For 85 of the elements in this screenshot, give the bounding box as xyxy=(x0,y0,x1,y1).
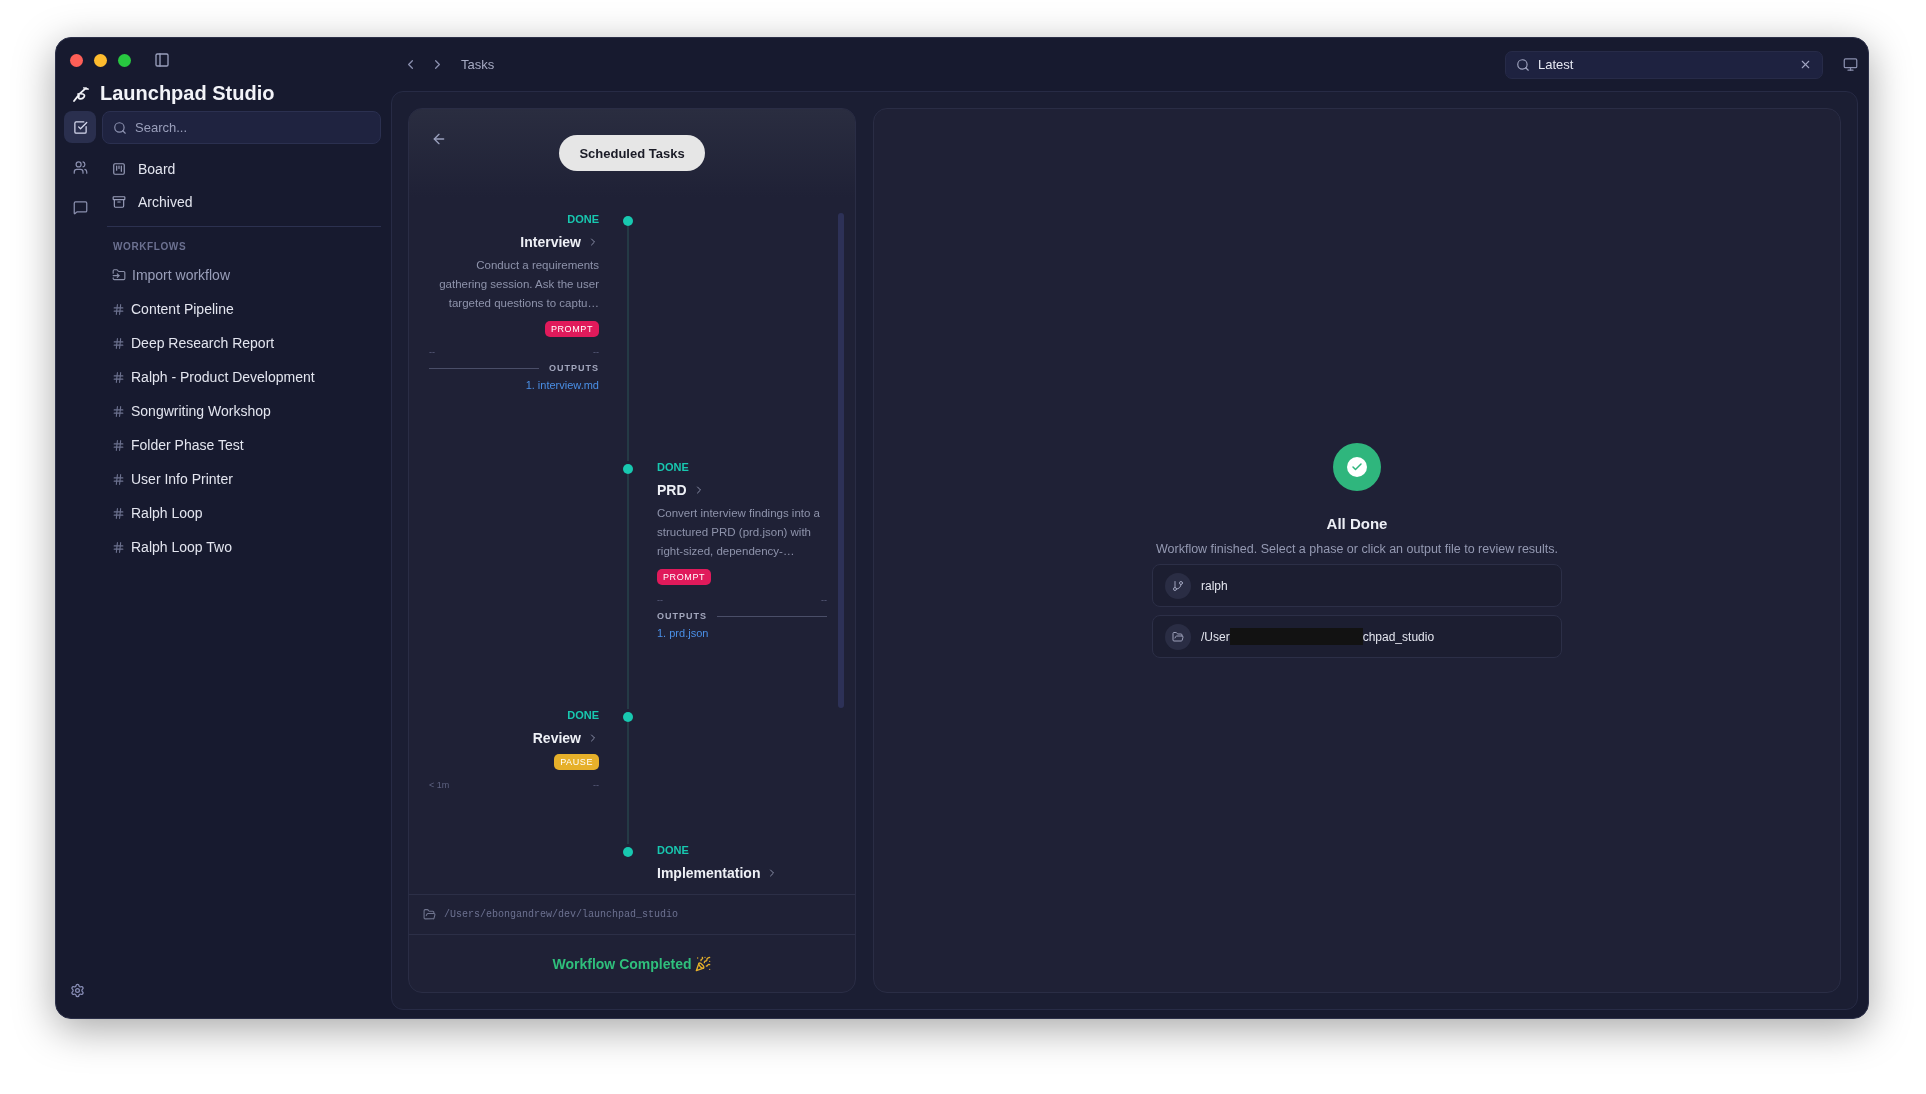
meta-text: -- xyxy=(821,595,827,605)
hash-icon xyxy=(112,336,125,350)
branch-icon xyxy=(1165,572,1191,599)
people-icon xyxy=(72,159,88,175)
app-title: Launchpad Studio xyxy=(100,82,275,105)
meta-text: -- xyxy=(593,347,599,357)
summary-message: Workflow finished. Select a phase or click an output file to review results. xyxy=(1155,542,1558,556)
search-input[interactable]: Latest xyxy=(1536,56,1793,73)
hash-icon xyxy=(112,404,125,418)
folder-import-icon xyxy=(112,268,126,282)
close-window-button[interactable] xyxy=(70,53,83,67)
duration-text: -- xyxy=(429,347,435,357)
workflow-item[interactable]: Ralph Loop Two xyxy=(102,530,381,564)
search-icon xyxy=(113,120,127,135)
import-workflow-link[interactable]: Import workflow xyxy=(102,258,381,292)
check-icon xyxy=(1351,461,1363,473)
zoom-window-button[interactable] xyxy=(118,53,131,67)
sidebar-toggle-icon[interactable] xyxy=(154,52,170,68)
phase-tag: PROMPT xyxy=(657,569,712,585)
output-file-link[interactable]: 1. interview.md xyxy=(525,379,599,391)
hash-icon xyxy=(112,506,125,520)
search-field[interactable]: Search... xyxy=(102,111,381,144)
phase-tag: PROMPT xyxy=(544,321,599,337)
search-icon xyxy=(1516,57,1530,72)
path-text: /Users/ebongandrew/dev/launchpad_studio xyxy=(444,909,679,920)
card-text: ralph xyxy=(1201,578,1228,593)
outputs-label: OUTPUTS xyxy=(549,363,599,373)
header-pill-button[interactable]: Scheduled Tasks xyxy=(559,135,705,171)
minimize-window-button[interactable] xyxy=(94,53,107,67)
hash-icon xyxy=(112,438,125,452)
phase-tag: PAUSE xyxy=(554,754,599,770)
monitor-icon[interactable] xyxy=(1843,57,1858,72)
workflow-item[interactable]: User Info Printer xyxy=(102,462,381,496)
close-icon[interactable] xyxy=(1799,58,1812,71)
back-button[interactable] xyxy=(431,131,447,147)
summary-title: All Done xyxy=(1326,515,1388,532)
duration-text: -- xyxy=(657,595,663,605)
party-popper-icon xyxy=(695,955,712,972)
folder-icon xyxy=(423,908,436,921)
search-input[interactable]: Search... xyxy=(133,119,370,136)
timeline-dot xyxy=(623,847,633,857)
meta-text: -- xyxy=(593,780,599,790)
timeline-dot xyxy=(623,216,633,226)
hash-icon xyxy=(112,540,125,554)
output-file-link[interactable]: 1. prd.json xyxy=(657,627,709,639)
hash-icon xyxy=(112,472,125,486)
logo-icon xyxy=(72,84,90,103)
archive-icon xyxy=(112,194,126,209)
phase-title-link[interactable]: PRD xyxy=(657,482,705,498)
outputs-label: OUTPUTS xyxy=(657,611,707,621)
breadcrumb: Tasks xyxy=(461,57,495,72)
nav-item[interactable]: Board xyxy=(102,152,381,185)
workflow-item[interactable]: Folder Phase Test xyxy=(102,428,381,462)
section-title: WORKFLOWS xyxy=(112,240,188,254)
checkbox-icon xyxy=(72,119,88,135)
hash-icon xyxy=(112,302,125,316)
workflow-item[interactable]: Deep Research Report xyxy=(102,326,381,360)
phase-title-link[interactable]: Implementation xyxy=(657,865,779,881)
status-label: DONE xyxy=(657,844,689,856)
search-field[interactable]: Latest xyxy=(1505,50,1823,79)
nav-item[interactable]: Archived xyxy=(102,185,381,218)
board-icon xyxy=(112,161,126,176)
workflow-item[interactable]: Ralph Loop xyxy=(102,496,381,530)
folder-icon xyxy=(1165,623,1191,650)
phase-description: Convert interview findings into a structured PRD (prd.json) with right-sized, dependency-… xyxy=(657,506,821,559)
phase-title-link[interactable]: Interview xyxy=(520,234,599,250)
timeline-dot xyxy=(623,712,633,722)
hash-icon xyxy=(112,370,125,384)
timeline-dot xyxy=(623,464,633,474)
settings-icon[interactable] xyxy=(70,983,85,998)
rail-button[interactable] xyxy=(64,111,96,143)
completed-message: Workflow Completed xyxy=(552,955,692,972)
scrollbar-thumb[interactable] xyxy=(838,213,844,708)
workflow-item[interactable]: Songwriting Workshop xyxy=(102,394,381,428)
phase-title-link[interactable]: Review xyxy=(532,730,599,746)
chat-icon xyxy=(72,199,88,215)
workflow-item[interactable]: Ralph - Product Development xyxy=(102,360,381,394)
card-text: /User xyxy=(1201,629,1230,644)
phase-description: Conduct a requirements gathering session. Ask the user targeted questions to captu… xyxy=(438,258,599,311)
card-text: chpad_studio xyxy=(1362,629,1435,644)
status-label: DONE xyxy=(567,213,599,225)
workflow-item[interactable]: Content Pipeline xyxy=(102,292,381,326)
duration-text: < 1m xyxy=(429,780,450,790)
status-label: DONE xyxy=(567,709,599,721)
status-label: DONE xyxy=(657,461,689,473)
